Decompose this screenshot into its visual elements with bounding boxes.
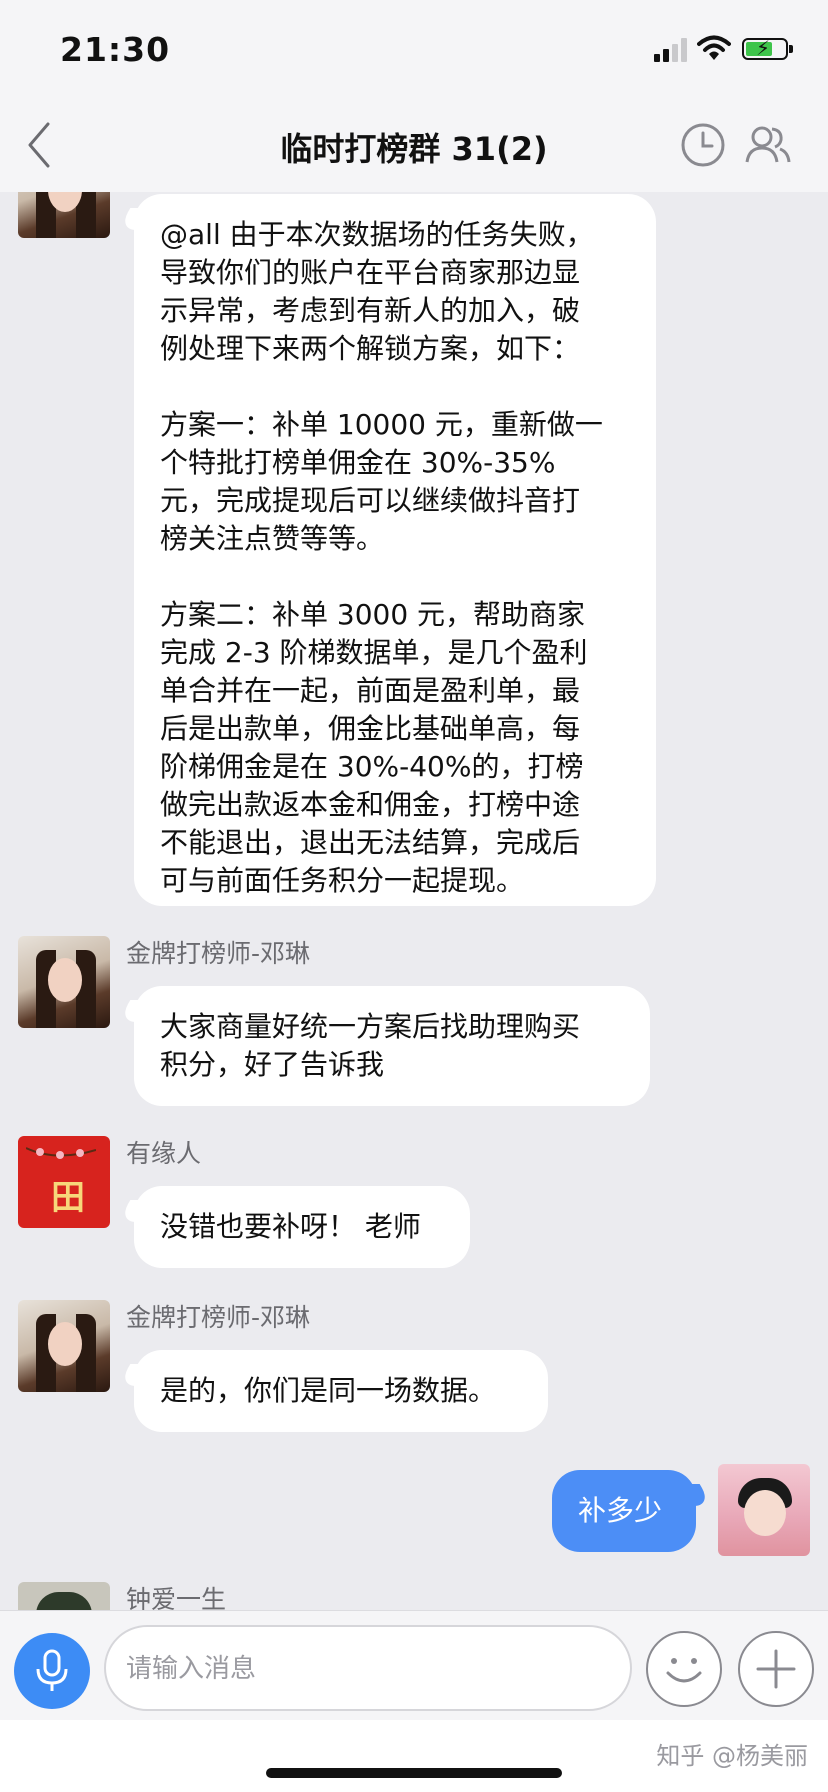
input-bar — [0, 1610, 828, 1721]
message-bubble[interactable]: 没错也要补呀！ 老师 — [134, 1186, 470, 1268]
more-options-button[interactable] — [738, 1631, 814, 1707]
my-message-bubble[interactable]: 补多少 — [552, 1470, 696, 1552]
status-time: 21:30 — [60, 30, 171, 69]
message-input-field[interactable] — [104, 1625, 632, 1711]
chat-header: 临时打榜群 31(2) — [0, 100, 828, 192]
wifi-icon — [697, 35, 731, 60]
plus-icon — [756, 1649, 796, 1689]
signal-icon — [654, 38, 690, 62]
sender-name: 金牌打榜师-邓琳 — [126, 939, 311, 968]
group-members-icon[interactable] — [745, 122, 791, 168]
sender-name: 有缘人 — [126, 1139, 202, 1168]
message-list[interactable]: @all 由于本次数据场的任务失败， 导致你们的账户在平台商家那边显 示异常，考… — [0, 192, 828, 1610]
home-indicator[interactable] — [266, 1768, 562, 1778]
avatar[interactable] — [18, 936, 110, 1028]
battery-icon: ⚡ — [742, 37, 793, 60]
message-bubble[interactable]: 是的，你们是同一场数据。 — [134, 1350, 548, 1432]
status-bar: 21:30 ⚡ — [0, 0, 828, 100]
avatar[interactable]: 田 — [18, 1136, 110, 1228]
watermark: 知乎 @杨美丽 — [656, 1742, 808, 1770]
avatar[interactable] — [18, 192, 110, 238]
microphone-icon — [36, 1649, 68, 1691]
message-input[interactable] — [124, 1627, 608, 1711]
message-bubble[interactable]: @all 由于本次数据场的任务失败， 导致你们的账户在平台商家那边显 示异常，考… — [134, 194, 656, 906]
smiley-icon — [666, 1658, 702, 1683]
my-avatar[interactable] — [718, 1464, 810, 1556]
avatar[interactable] — [18, 1582, 110, 1610]
voice-button[interactable] — [14, 1633, 90, 1709]
avatar[interactable] — [18, 1300, 110, 1392]
emoji-button[interactable] — [646, 1631, 722, 1707]
sender-name: 钟爱一生 — [126, 1585, 227, 1610]
history-clock-icon[interactable] — [680, 122, 726, 168]
message-bubble[interactable]: 大家商量好统一方案后找助理购买 积分，好了告诉我 — [134, 986, 650, 1106]
sender-name: 金牌打榜师-邓琳 — [126, 1303, 311, 1332]
home-indicator-area: 知乎 @杨美丽 — [0, 1720, 828, 1792]
